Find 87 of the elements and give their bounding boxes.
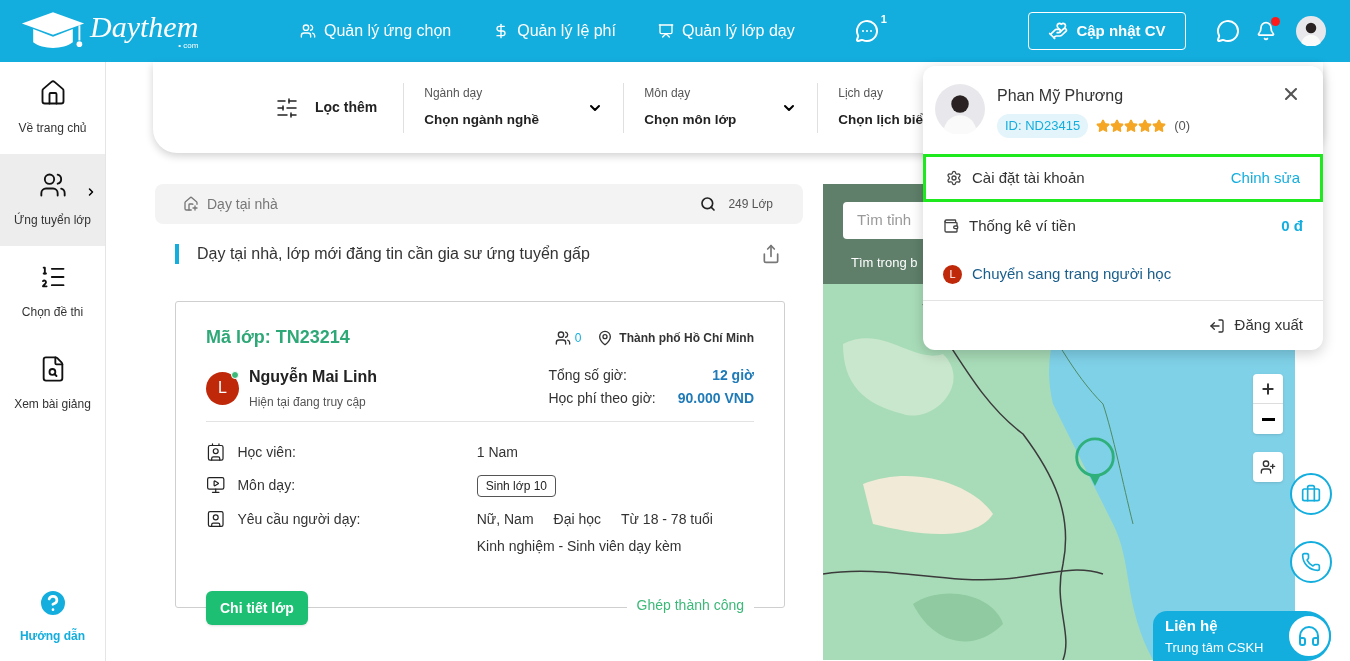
contact-subtitle: Trung tâm CSKH <box>1165 638 1264 657</box>
subject-tag: Sinh lớp 10 <box>476 475 556 497</box>
menu-item[interactable]: Cài đặt tài khoản Chỉnh sửa <box>923 154 1323 202</box>
chat-icon[interactable] <box>1216 19 1240 43</box>
stat-value: 90.000 VND <box>677 389 754 408</box>
filter-value: Chọn môn lớp <box>644 111 737 130</box>
menu-label: Chuyển sang trang người học <box>972 263 1172 284</box>
avatar-icon <box>935 84 985 134</box>
sidebar-label: Xem bài giảng <box>14 396 91 413</box>
badge-count: 1 <box>880 12 887 27</box>
star-icon <box>1124 118 1139 133</box>
sidebar-item[interactable]: Về trang chủ <box>0 62 105 154</box>
search-icon[interactable] <box>700 196 717 212</box>
learner-avatar: L <box>943 264 962 284</box>
student-avatar: L <box>206 371 239 405</box>
sidebar-label: Về trang chủ <box>18 120 87 137</box>
star-icon <box>1152 118 1167 133</box>
plus-icon <box>1260 380 1276 397</box>
phone-icon <box>1301 552 1321 572</box>
search-bar[interactable]: Dạy tại nhà 249 Lớp <box>155 184 803 224</box>
result-count: 249 Lớp <box>728 196 773 213</box>
filter-dropdown[interactable]: Môn dạy Chọn môn lớp <box>624 82 819 133</box>
bell-icon[interactable] <box>1256 21 1276 41</box>
sidebar-item[interactable]: Xem bài giảng <box>0 338 105 430</box>
sidebar-label: Chọn đề thi <box>21 304 84 321</box>
user-id-badge: ID: ND23415 <box>997 114 1089 138</box>
add-person-button[interactable] <box>1253 452 1283 482</box>
map-caption: Tìm trong b <box>851 254 918 272</box>
detail-value: Đại học <box>553 510 602 529</box>
briefcase-icon <box>1301 484 1321 504</box>
star-icon <box>1110 118 1125 133</box>
contact-card-icon <box>206 442 226 462</box>
detail-value: Nữ, Nam <box>476 510 534 529</box>
presentation-icon <box>657 23 674 39</box>
applicant-count: 0 <box>574 329 582 347</box>
rating-count: (0) <box>1174 117 1191 135</box>
logo-suffix: • com <box>178 42 199 50</box>
filter-dropdown[interactable]: Ngành dạy Chọn ngành nghề <box>404 82 625 133</box>
stat-value: 12 giờ <box>711 366 754 385</box>
section-title: Dạy tại nhà, lớp mới đăng tin cần gia sư ứng tuyển gấp <box>197 244 590 264</box>
accent-bar <box>175 244 179 264</box>
filter-label: Lịch dạy <box>838 85 883 103</box>
briefcase-button[interactable] <box>1290 473 1332 515</box>
menu-label: Thống kê ví tiền <box>969 215 1076 236</box>
users-icon <box>300 23 316 39</box>
phone-button[interactable] <box>1290 541 1332 583</box>
user-plus-icon <box>1260 459 1276 475</box>
logout-icon <box>1208 317 1225 334</box>
sidebar-item[interactable]: Chọn đề thi <box>0 246 105 338</box>
share-icon[interactable] <box>761 244 781 264</box>
search-placeholder: Dạy tại nhà <box>207 194 278 214</box>
class-code: Mã lớp: TN23214 <box>206 326 350 349</box>
sliders-icon <box>275 95 299 120</box>
house-icon <box>183 196 199 212</box>
avatar-icon <box>1296 16 1326 46</box>
student-status: Hiện tại đang truy cập <box>249 394 367 411</box>
wallet-icon <box>943 218 959 234</box>
detail-value: Kinh nghiệm - Sinh viên dạy kèm <box>476 537 682 556</box>
headset-icon <box>1287 614 1331 658</box>
contact-title: Liên hệ <box>1165 616 1219 636</box>
logo-wordmark: Daythem <box>90 12 199 42</box>
more-filter-button[interactable]: Lọc thêm <box>275 82 405 133</box>
minus-icon <box>1261 417 1275 421</box>
student-name: Nguyễn Mai Linh <box>249 366 377 387</box>
stat-label: Học phí theo giờ: <box>548 389 656 408</box>
location-pin-icon <box>597 329 614 346</box>
more-icon[interactable] <box>854 19 879 43</box>
detail-label: Học viên: <box>237 443 297 462</box>
user-name: Phan Mỹ Phương <box>997 86 1125 106</box>
detail-value: 1 Nam <box>476 443 518 462</box>
location-text: Thành phố Hồ Chí Minh <box>619 329 754 347</box>
detail-label: Yêu cầu người dạy: <box>237 510 362 529</box>
stat-label: Tổng số giờ: <box>548 366 628 385</box>
gear-icon <box>946 170 962 186</box>
group-icon <box>38 171 67 199</box>
monitor-icon <box>206 475 226 495</box>
star-icon <box>1138 118 1153 133</box>
detail-value: Từ 18 - 78 tuổi <box>621 510 713 529</box>
filter-label: Ngành dạy <box>424 85 483 103</box>
sidebar-label: Ứng tuyển lớp <box>14 211 91 229</box>
filter-label: Môn dạy <box>644 85 691 103</box>
filter-value: Chọn ngành nghề <box>424 111 539 130</box>
detail-label: Môn dạy: <box>237 476 297 495</box>
filter-value: Chọn lịch biể <box>838 111 923 130</box>
star-icon <box>1096 118 1111 133</box>
sidebar-item[interactable]: Ứng tuyển lớp <box>0 154 105 246</box>
users-icon <box>554 329 571 346</box>
